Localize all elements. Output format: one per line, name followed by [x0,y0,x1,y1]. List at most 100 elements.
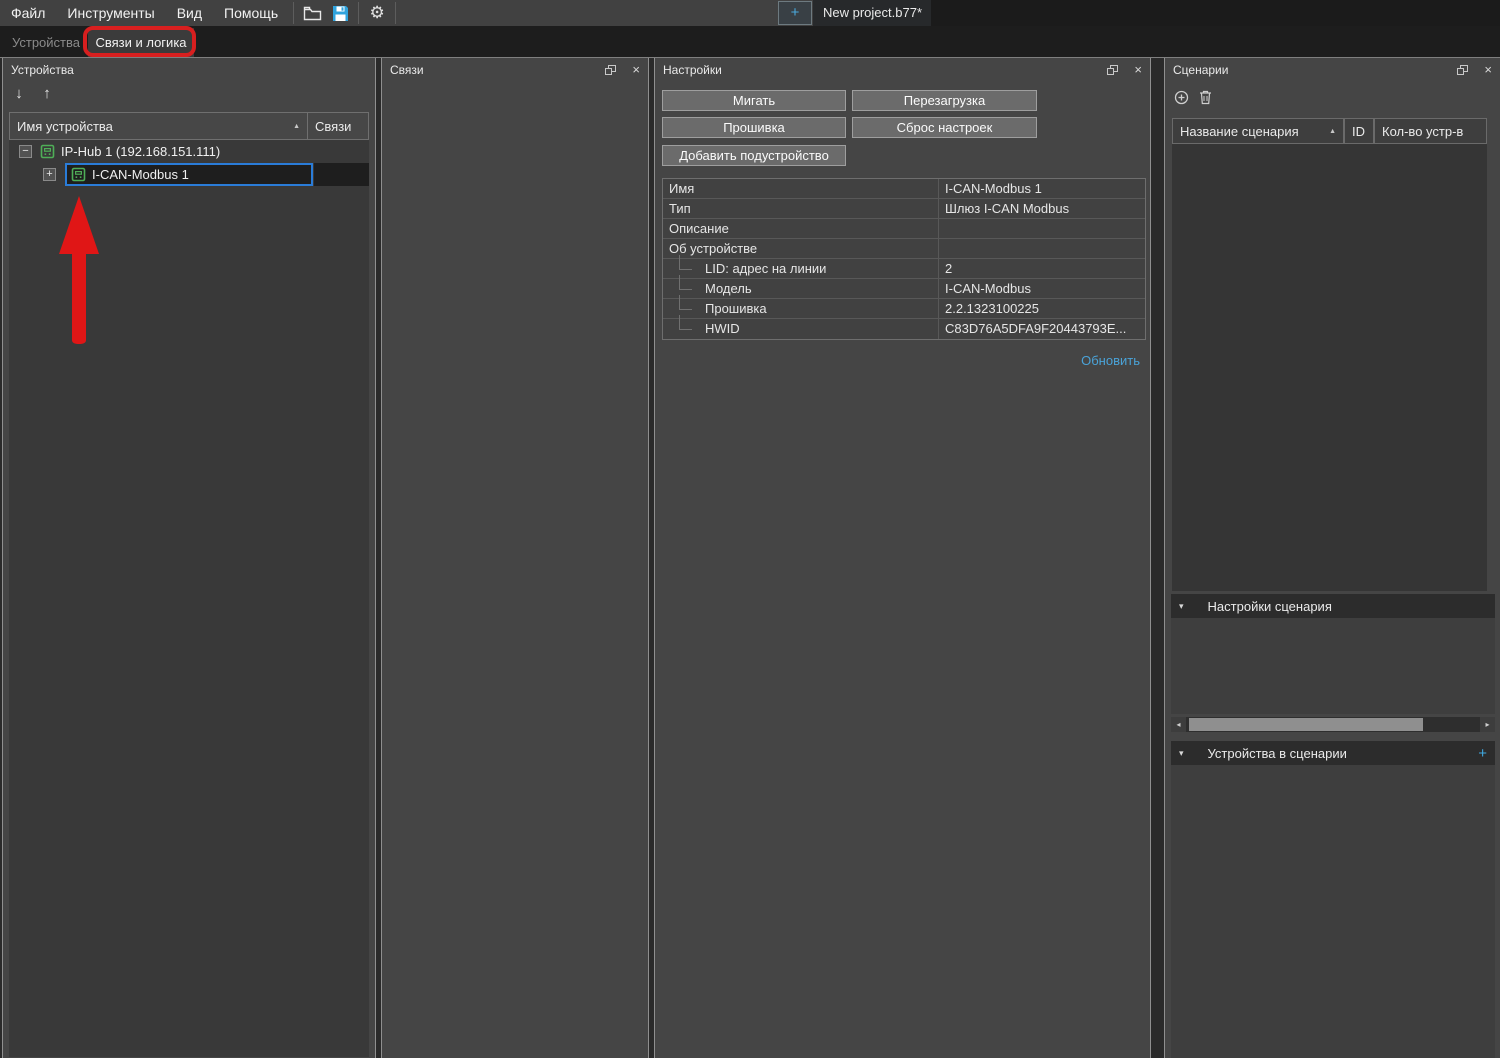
column-header-links[interactable]: Связи [308,112,369,140]
devices-toolbar: ↓ ↑ [9,84,57,104]
arrow-down-icon: ↓ [15,85,23,102]
scenarios-toolbar [1174,90,1212,105]
float-panel-icon[interactable] [1107,65,1118,75]
update-link[interactable]: Обновить [1081,353,1140,368]
section-scenario-settings[interactable]: ▾ Настройки сценария [1171,594,1495,618]
property-value [938,239,1145,258]
property-row-about[interactable]: Об устройстве [663,239,1145,259]
toolbar-separator [358,2,359,24]
scenarios-table-header: Название сценария ▲ ID Кол-во устр-в [1172,118,1487,144]
blink-button[interactable]: Мигать [662,90,846,111]
property-row-model[interactable]: Модель I-CAN-Modbus [663,279,1145,299]
trash-icon [1199,90,1212,105]
column-header-device-name-label: Имя устройства [17,119,113,134]
scenarios-panel-header: Сценарии × [1165,58,1500,82]
folder-icon [303,6,322,21]
property-row-firmware[interactable]: Прошивка 2.2.1323100225 [663,299,1145,319]
property-row-lid[interactable]: LID: адрес на линии 2 [663,259,1145,279]
arrow-up-icon: ↑ [43,85,51,102]
scenario-settings-content [1171,618,1495,714]
menu-help[interactable]: Помощь [213,0,289,26]
devices-tree: − IP-Hub 1 (192.168.151.111) + I-CAN-Mod… [9,140,369,1057]
open-folder-button[interactable] [298,1,326,25]
property-value: C83D76A5DFA9F20443793E... [938,319,1145,339]
menu-view[interactable]: Вид [166,0,213,26]
column-header-scenario-id[interactable]: ID [1344,118,1374,144]
property-label: LID: адрес на линии [663,259,938,278]
chevron-down-icon: ▾ [1179,601,1184,612]
add-scenario-button[interactable] [1174,90,1189,105]
links-panel-header: Связи × [382,58,648,82]
collapse-toggle-icon[interactable]: − [19,145,32,158]
close-panel-icon[interactable]: × [1484,64,1492,76]
tree-row-ican-modbus[interactable]: + I-CAN-Modbus 1 [9,163,369,186]
move-down-button[interactable]: ↓ [9,84,29,104]
scrollbar-thumb[interactable] [1189,718,1423,731]
add-device-to-scenario-button[interactable]: + [1478,746,1487,761]
property-row-hwid[interactable]: HWID C83D76A5DFA9F20443793E... [663,319,1145,339]
toolbar-separator [293,2,294,24]
property-value[interactable]: I-CAN-Modbus 1 [938,179,1145,198]
scrollbar-track[interactable] [1186,717,1480,732]
settings-panel: Настройки × Мигать Перезагрузка Прошивка… [654,58,1151,1058]
delete-scenario-button[interactable] [1199,90,1212,105]
property-value[interactable] [938,219,1145,238]
tree-row-iphub-label: IP-Hub 1 (192.168.151.111) [61,144,220,159]
tab-strip-background [930,0,1500,26]
menu-tools[interactable]: Инструменты [56,0,165,26]
menu-file[interactable]: Файл [0,0,56,26]
property-row-type[interactable]: Тип Шлюз I-CAN Modbus [663,199,1145,219]
column-header-device-count[interactable]: Кол-во устр-в [1374,118,1487,144]
settings-gear-button[interactable]: ⚙ [363,1,391,25]
property-row-description[interactable]: Описание [663,219,1145,239]
devices-table-header: Имя устройства ▲ Связи [9,112,369,140]
menu-bar: Файл Инструменты Вид Помощь ⚙ + [0,0,1500,26]
property-row-name[interactable]: Имя I-CAN-Modbus 1 [663,179,1145,199]
section-scenario-devices[interactable]: ▾ Устройства в сценарии + [1171,741,1495,765]
device-icon [71,167,86,182]
main-area: Устройства ↓ ↑ Имя устройства ▲ Связи − [0,57,1500,1058]
tree-row-iphub[interactable]: − IP-Hub 1 (192.168.151.111) [9,140,369,163]
float-panel-icon[interactable] [1457,65,1468,75]
property-value: 2.2.1323100225 [938,299,1145,318]
expand-toggle-icon[interactable]: + [43,168,56,181]
add-subdevice-button[interactable]: Добавить подустройство [662,145,846,166]
tab-links-logic[interactable]: Связи и логика [88,28,194,57]
save-button[interactable] [326,1,354,25]
gear-icon: ⚙ [370,3,385,23]
property-value: I-CAN-Modbus [938,279,1145,298]
selected-device-row[interactable]: I-CAN-Modbus 1 [65,163,313,186]
float-panel-icon[interactable] [605,65,616,75]
scenarios-panel: Сценарии × [1164,58,1500,1058]
close-panel-icon[interactable]: × [1134,64,1142,76]
property-label: Прошивка [663,299,938,318]
move-up-button[interactable]: ↑ [37,84,57,104]
new-project-tab-button[interactable]: + [778,1,812,25]
device-properties-table: Имя I-CAN-Modbus 1 Тип Шлюз I-CAN Modbus… [662,178,1146,340]
scroll-left-icon[interactable]: ◂ [1171,717,1186,732]
close-panel-icon[interactable]: × [632,64,640,76]
tree-row-ican-modbus-label: I-CAN-Modbus 1 [92,167,189,182]
column-header-scenario-name[interactable]: Название сценария ▲ [1172,118,1344,144]
settings-panel-title: Настройки [663,63,722,77]
sort-ascending-icon: ▲ [1329,128,1336,135]
column-header-device-name[interactable]: Имя устройства ▲ [9,112,308,140]
scroll-right-icon[interactable]: ▸ [1480,717,1495,732]
property-value[interactable]: 2 [938,259,1145,278]
horizontal-scrollbar[interactable]: ◂ ▸ [1171,717,1495,732]
reset-settings-button[interactable]: Сброс настроек [852,117,1037,138]
column-header-links-label: Связи [315,119,351,134]
property-label: Описание [663,219,938,238]
property-value[interactable]: Шлюз I-CAN Modbus [938,199,1145,218]
settings-panel-header: Настройки × [655,58,1150,82]
tab-devices[interactable]: Устройства [6,28,86,57]
firmware-button[interactable]: Прошивка [662,117,846,138]
chevron-down-icon: ▾ [1179,748,1184,759]
project-tab[interactable]: New project.b77* [813,0,931,26]
reboot-button[interactable]: Перезагрузка [852,90,1037,111]
scenarios-list-empty[interactable] [1172,144,1487,591]
sort-ascending-icon: ▲ [293,123,300,130]
property-label: Имя [663,179,938,198]
property-label: Модель [663,279,938,298]
section-scenario-devices-label: Устройства в сценарии [1208,746,1347,761]
